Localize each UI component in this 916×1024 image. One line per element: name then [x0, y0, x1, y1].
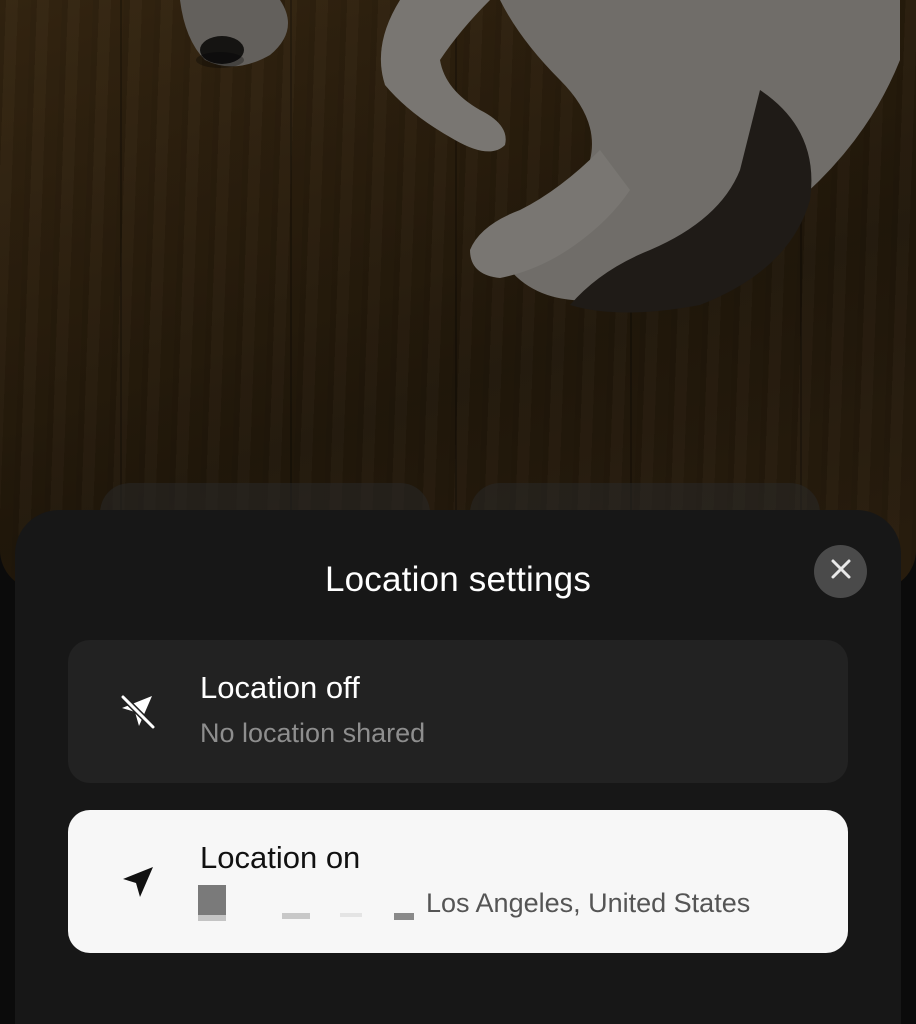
location-off-option[interactable]: Location off No location shared: [68, 640, 848, 783]
location-off-title: Location off: [200, 670, 360, 705]
redacted-address: [340, 913, 362, 917]
location-off-icon: [116, 690, 160, 734]
location-on-title: Location on: [200, 840, 361, 875]
close-button[interactable]: [814, 545, 867, 598]
location-arrow-icon: [116, 860, 160, 904]
location-settings-sheet: Location settings Location off No locati…: [15, 510, 901, 1024]
location-on-subtitle: Los Angeles, United States: [426, 888, 751, 918]
close-icon: [830, 558, 852, 585]
redacted-address: [198, 885, 226, 915]
sheet-title: Location settings: [324, 560, 592, 599]
redacted-address: [198, 915, 226, 921]
redacted-address: [394, 913, 414, 920]
redacted-address: [282, 913, 310, 919]
location-on-option[interactable]: Location on Los Angeles, United States: [68, 810, 848, 953]
location-off-subtitle: No location shared: [200, 718, 426, 748]
screen: Location settings Location off No locati…: [0, 0, 916, 1024]
